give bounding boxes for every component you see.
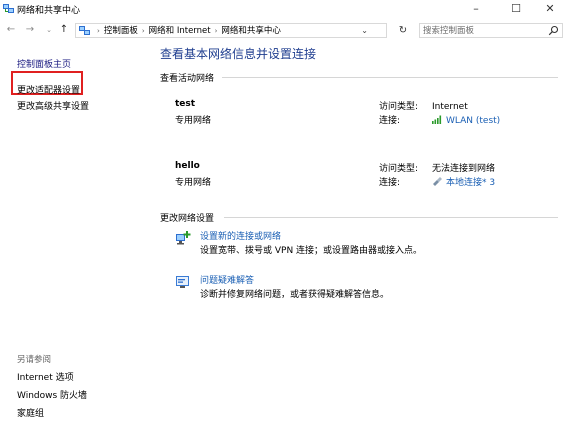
access-type-label: 访问类型: [379, 102, 419, 112]
task-item: 问题疑难解答 诊断并修复网络问题，或者获得疑难解答信息。 [175, 273, 558, 303]
search-box[interactable] [419, 23, 563, 38]
close-button[interactable]: ✕ [534, 0, 564, 17]
breadcrumb-separator: › [214, 27, 218, 35]
forward-button[interactable]: → [24, 23, 36, 37]
search-input[interactable] [423, 24, 543, 37]
task-description: 设置宽带、拨号或 VPN 连接；或设置路由器或接入点。 [200, 246, 423, 256]
address-bar[interactable]: › 控制面板 › 网络和 Internet › 网络和共享中心 ⌄ [75, 23, 387, 38]
access-type-label: 访问类型: [379, 164, 419, 174]
task-description: 诊断并修复网络问题，或者获得疑难解答信息。 [200, 290, 390, 300]
wifi-signal-icon [432, 115, 442, 124]
left-navigation-pane: 控制面板主页 更改适配器设置 更改高级共享设置 另请参阅 Internet 选项… [0, 45, 150, 425]
network-entry: test 专用网络 访问类型: Internet 连接: WLAN (test) [175, 99, 558, 139]
connection-label: 连接: [379, 178, 401, 188]
up-button[interactable]: ↑ [58, 23, 70, 37]
maximize-button[interactable]: ☐ [500, 0, 532, 17]
recent-locations-button[interactable]: ⌄ [43, 23, 55, 37]
breadcrumb-control-panel[interactable]: 控制面板 [104, 26, 138, 36]
page-title: 查看基本网络信息并设置连接 [160, 47, 317, 61]
network-name: test [175, 99, 196, 109]
change-adapter-settings-link[interactable]: 更改适配器设置 [17, 83, 80, 96]
window-title: 网络和共享中心 [17, 6, 81, 16]
section-divider [222, 77, 558, 78]
breadcrumb: › 控制面板 › 网络和 Internet › 网络和共享中心 [93, 25, 281, 38]
control-panel-home-link[interactable]: 控制面板主页 [17, 57, 71, 70]
section-divider [224, 217, 558, 218]
network-center-icon [3, 4, 14, 13]
ethernet-cable-icon [433, 177, 442, 186]
search-icon[interactable] [548, 25, 559, 36]
see-also-heading: 另请参阅 [17, 355, 52, 365]
title-bar: 网络和共享中心 – ☐ ✕ [0, 0, 564, 17]
breadcrumb-separator: › [141, 27, 145, 35]
network-entry: hello 专用网络 访问类型: 无法连接到网络 连接: 本地连接* 3 [175, 161, 558, 201]
connection-label: 连接: [379, 116, 401, 126]
active-networks-heading: 查看活动网络 [160, 74, 215, 84]
refresh-button[interactable]: ↻ [396, 23, 410, 38]
troubleshoot-problems-link[interactable]: 问题疑难解答 [200, 273, 254, 286]
troubleshoot-icon [176, 276, 189, 288]
back-button[interactable]: ← [5, 23, 17, 37]
network-type-link[interactable]: 专用网络 [175, 113, 211, 126]
breadcrumb-network-sharing-center[interactable]: 网络和共享中心 [221, 26, 281, 36]
connection-row: 连接: 本地连接* 3 [379, 175, 495, 188]
new-connection-icon [176, 231, 191, 245]
access-type-row: 访问类型: 无法连接到网络 [379, 161, 495, 174]
change-advanced-sharing-link[interactable]: 更改高级共享设置 [17, 99, 89, 112]
address-dropdown-icon[interactable]: ⌄ [361, 24, 368, 37]
local-connection-link[interactable]: 本地连接* 3 [446, 178, 495, 188]
task-item: 设置新的连接或网络 设置宽带、拨号或 VPN 连接；或设置路由器或接入点。 [175, 229, 558, 259]
access-type-row: 访问类型: Internet [379, 99, 468, 112]
access-type-value: Internet [432, 102, 468, 112]
internet-options-link[interactable]: Internet 选项 [17, 370, 74, 383]
main-content: 查看基本网络信息并设置连接 查看活动网络 test 专用网络 访问类型: Inte… [158, 45, 558, 425]
breadcrumb-network-internet[interactable]: 网络和 Internet [149, 26, 211, 36]
minimize-button[interactable]: – [460, 0, 492, 17]
change-network-settings-heading: 更改网络设置 [160, 214, 215, 224]
breadcrumb-separator: › [97, 27, 100, 35]
address-row: ← → ⌄ ↑ › 控制面板 › 网络和 Internet › 网络和共享中心 ⌄ ↻ [0, 22, 564, 40]
setup-new-connection-link[interactable]: 设置新的连接或网络 [200, 229, 281, 242]
homegroup-link[interactable]: 家庭组 [17, 406, 44, 419]
network-name: hello [175, 161, 200, 171]
wlan-connection-link[interactable]: WLAN (test) [446, 116, 500, 126]
access-type-value: 无法连接到网络 [432, 164, 496, 174]
network-center-icon [79, 26, 90, 35]
windows-firewall-link[interactable]: Windows 防火墙 [17, 388, 87, 401]
connection-row: 连接: WLAN (test) [379, 113, 500, 126]
network-type-link[interactable]: 专用网络 [175, 175, 211, 188]
